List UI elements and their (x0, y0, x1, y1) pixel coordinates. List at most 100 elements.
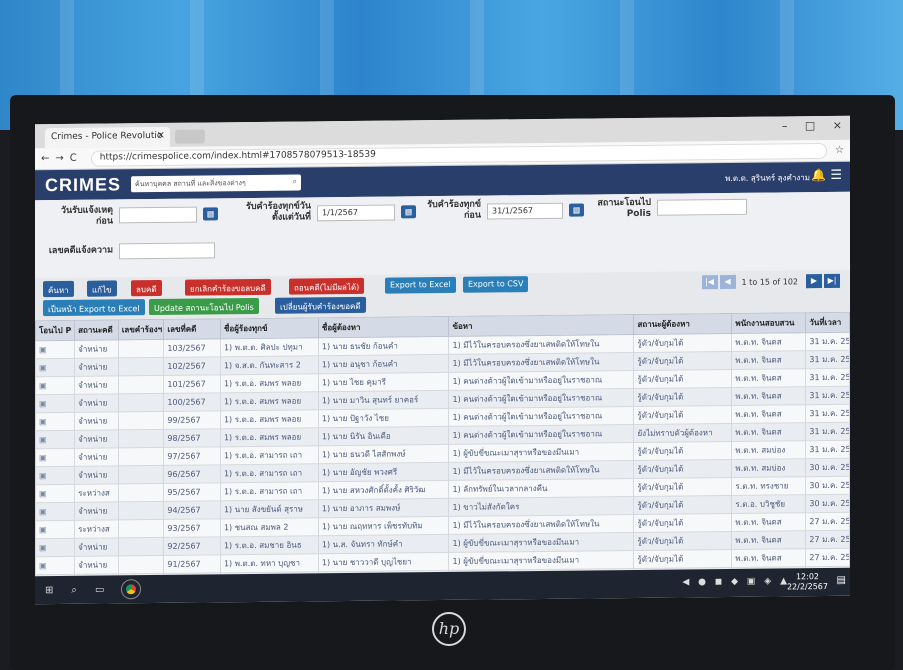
search-icon[interactable]: ⌕ (71, 584, 77, 595)
row-icon-cell[interactable]: ▣ (35, 394, 75, 413)
row-view-icon[interactable]: ▣ (39, 345, 47, 354)
minimize-button[interactable]: – (782, 119, 788, 132)
row-icon-cell[interactable]: ▣ (35, 502, 75, 521)
notification-icon[interactable]: ▤ (837, 575, 846, 586)
first-page-button[interactable]: |◀ (701, 275, 718, 290)
global-search-input[interactable]: ค้นหาบุคคล สถานที่ และสิ่งของต่างๆ ⌕ (131, 174, 302, 193)
bookmark-star-icon[interactable]: ☆ (835, 145, 844, 156)
export-csv-button[interactable]: Export to CSV (463, 276, 529, 293)
table-cell: 31 ม.ค. 25 (805, 350, 850, 369)
row-view-icon[interactable]: ▣ (39, 489, 47, 498)
table-cell: 31 ม.ค. 25 (805, 440, 850, 459)
row-icon-cell[interactable]: ▣ (35, 376, 75, 395)
column-header[interactable]: โอนไป P (35, 320, 75, 341)
row-view-icon[interactable]: ▣ (39, 363, 47, 372)
row-view-icon[interactable]: ▣ (39, 561, 47, 570)
edit-button[interactable]: แก้ไข (87, 280, 117, 297)
table-cell: 1) นาย อาภาร สมพงษ์ (318, 498, 449, 518)
change-reporter-button[interactable]: เปลี่ยนผู้รับคำร้องขอคดี (275, 296, 366, 314)
table-cell: 1) นาย อนุชา ก้อนคำ (318, 354, 449, 374)
table-cell: 1) คนต่างด้าวผู้ใดเข้ามาหรืออยู่ในราชอาณ (448, 406, 634, 427)
table-cell: 1) นาย ชาววาดี บุญไชยา (318, 552, 449, 572)
withdraw-case-button[interactable]: ถอนคดี(ไม่มีผลได้) (289, 277, 365, 295)
chrome-icon[interactable] (121, 579, 142, 600)
table-cell: ร.ต.ท. ทรงชาย (731, 476, 806, 496)
system-tray-icons[interactable]: ◀ ● ◼ ◆ ▣ ◈ ▲ (682, 576, 790, 587)
search-button[interactable]: ค้นหา (43, 280, 74, 298)
calendar-icon[interactable]: ▦ (203, 207, 218, 221)
close-window-button[interactable]: × (833, 119, 842, 132)
calendar-icon[interactable]: ▦ (401, 205, 416, 219)
app-logo[interactable]: CRIMES (45, 174, 121, 196)
table-cell: 95/2567 (163, 482, 221, 502)
user-name[interactable]: พ.ต.ต. สุรินทร์ ลุงคำงาม (725, 171, 810, 185)
row-view-icon[interactable]: ▣ (39, 435, 47, 444)
filter-form: วันรับแจ้งเหตุ ก่อน ▦ รับคำร้องทุกข์วัน … (35, 191, 850, 279)
table-cell: จำหน่าย (74, 501, 119, 521)
tab-close-icon[interactable]: × (157, 130, 165, 141)
row-icon-cell[interactable]: ▣ (35, 412, 75, 431)
next-page-button[interactable]: ▶ (806, 274, 822, 289)
taskbar-clock[interactable]: 12:02 22/2/2567 (787, 572, 828, 592)
update-polis-button[interactable]: Update สถานะโอนไป Polis (149, 297, 259, 316)
row-icon-cell[interactable]: ▣ (35, 520, 75, 539)
task-view-icon[interactable]: ▭ (95, 584, 104, 595)
column-header[interactable]: เลขที่คดี (163, 318, 221, 340)
table-cell: จำหน่าย (74, 555, 119, 575)
table-cell: รู้ตัว/จับกุมได้ (633, 405, 732, 425)
table-cell: พ.ต.ท. จินดส (731, 332, 806, 352)
column-header[interactable]: วันที่เวลา (805, 312, 850, 333)
row-view-icon[interactable]: ▣ (39, 417, 47, 426)
cancel-delete-request-button[interactable]: ยกเลิกคำร้องขอลบคดี (185, 278, 271, 296)
table-cell (118, 447, 164, 466)
table-cell (118, 483, 164, 502)
last-page-button[interactable]: ▶| (824, 273, 840, 289)
row-icon-cell[interactable]: ▣ (35, 448, 75, 467)
row-icon-cell[interactable]: ▣ (35, 466, 75, 485)
search-icon[interactable]: ⌕ (293, 177, 297, 187)
row-icon-cell[interactable]: ▣ (35, 556, 75, 575)
column-header[interactable]: พนักงานสอบสวน (731, 312, 806, 334)
row-icon-cell[interactable]: ▣ (35, 430, 75, 449)
table-cell: 1) จ.ส.ต. กันทะสาร 2 (220, 355, 319, 375)
maximize-button[interactable]: □ (805, 119, 815, 132)
row-view-icon[interactable]: ▣ (39, 471, 47, 480)
row-icon-cell[interactable]: ▣ (35, 538, 75, 557)
delete-case-button[interactable]: ลบคดี (131, 279, 162, 297)
table-cell: 1) นาย อัญชัย พวงศรี (318, 462, 449, 482)
date-from-input[interactable] (119, 206, 197, 224)
browser-tab[interactable]: Crimes - Police Revolutio × (45, 126, 170, 149)
column-header[interactable]: สถานะคดี (74, 319, 119, 341)
row-view-icon[interactable]: ▣ (39, 453, 47, 462)
hamburger-menu-icon[interactable]: ☰ (830, 168, 842, 183)
row-view-icon[interactable]: ▣ (39, 399, 47, 408)
table-cell: 1) นาย มาวิน สุนทร์ ยาคอร์ (318, 390, 449, 410)
column-header[interactable]: ชื่อผู้ร้องทุกข์ (220, 317, 319, 339)
column-header[interactable]: ชื่อผู้ต้องหา (318, 316, 449, 338)
windows-start-icon[interactable]: ⊞ (45, 585, 53, 596)
column-header[interactable]: สถานะผู้ต้องหา (633, 313, 732, 335)
row-icon-cell[interactable]: ▣ (35, 358, 75, 377)
case-no-input[interactable] (119, 242, 215, 260)
row-icon-cell[interactable]: ▣ (35, 340, 75, 359)
table-cell: จำหน่าย (74, 375, 119, 395)
column-header[interactable]: เลขคำร้องฯ (118, 319, 164, 340)
calendar-icon[interactable]: ▦ (569, 203, 584, 217)
prev-page-button[interactable]: ◀ (719, 274, 736, 290)
new-tab-button[interactable] (175, 129, 205, 144)
table-cell: พ.ต.ท. จินดส (731, 350, 806, 370)
receive-to-input[interactable]: 31/1/2567 (487, 202, 563, 220)
row-view-icon[interactable]: ▣ (39, 543, 47, 552)
row-view-icon[interactable]: ▣ (39, 507, 47, 516)
row-view-icon[interactable]: ▣ (39, 381, 47, 390)
status-select[interactable] (657, 198, 747, 216)
bell-icon[interactable]: 🔔 (811, 168, 826, 182)
row-icon-cell[interactable]: ▣ (35, 484, 75, 503)
export-excel-button[interactable]: Export to Excel (385, 276, 456, 294)
page-export-excel-button[interactable]: เป็นหน้า Export to Excel (43, 299, 145, 317)
back-forward-reload-icon[interactable]: ←→C (41, 153, 83, 164)
receive-from-input[interactable]: 1/1/2567 (317, 204, 395, 222)
table-cell: รู้ตัว/จับกุมได้ (633, 351, 732, 371)
column-header[interactable]: ข้อหา (448, 314, 634, 337)
row-view-icon[interactable]: ▣ (39, 525, 47, 534)
